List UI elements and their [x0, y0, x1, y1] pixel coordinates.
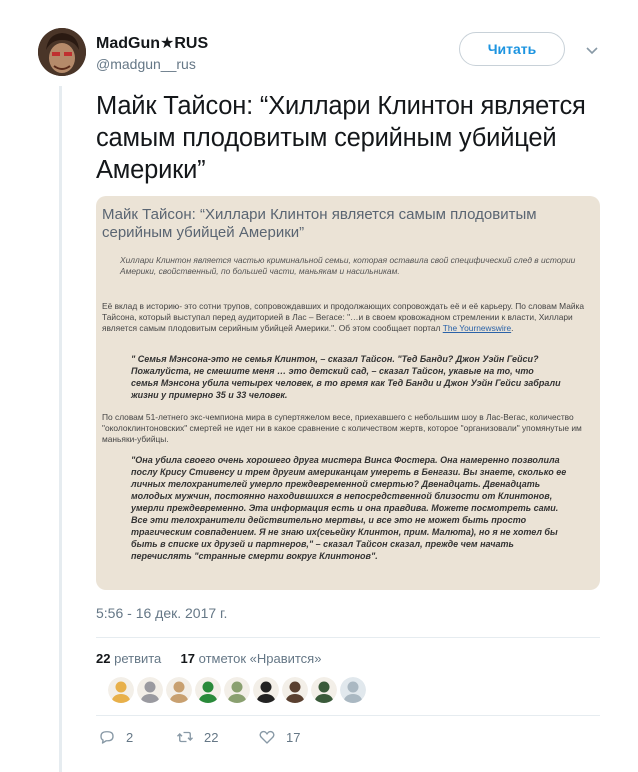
liker-avatar[interactable]	[282, 677, 308, 703]
liker-avatar[interactable]	[311, 677, 337, 703]
engagement-stats: 22 ретвита 17 отметок «Нравится»	[96, 651, 321, 666]
liker-avatar[interactable]	[253, 677, 279, 703]
tweet-timestamp[interactable]: 5:56 - 16 дек. 2017 г.	[96, 605, 227, 621]
liker-avatar[interactable]	[340, 677, 366, 703]
card-source-link: The Yournewswire	[442, 323, 512, 333]
reply-icon	[100, 731, 114, 744]
reply-button[interactable]: 2	[98, 728, 133, 746]
card-intro: Хиллари Клинтон является частью криминал…	[120, 255, 576, 276]
card-title: Майк Тайсон: “Хиллари Клинтон является с…	[102, 206, 537, 241]
card-quote-2: "Она убила своего очень хорошего друга м…	[131, 455, 567, 561]
avatar[interactable]	[38, 28, 86, 76]
like-action-count: 17	[286, 729, 301, 745]
liker-avatars	[108, 677, 369, 705]
like-button[interactable]: 17	[258, 728, 300, 746]
display-name[interactable]: MadGun★RUS	[96, 33, 208, 53]
heart-icon	[259, 730, 275, 744]
reply-count: 2	[126, 729, 134, 745]
liker-avatar[interactable]	[108, 677, 134, 703]
card-paragraph-1: Её вклад в историю- это сотни трупов, со…	[102, 301, 585, 333]
thread-line	[59, 86, 62, 772]
tweet-text: Майк Тайсон: “Хиллари Клинтон является с…	[96, 92, 586, 184]
handle[interactable]: @madgun__rus	[96, 56, 196, 72]
liker-avatar[interactable]	[137, 677, 163, 703]
divider	[96, 637, 600, 638]
like-label[interactable]: отметок «Нравится»	[199, 651, 322, 666]
chevron-down-icon[interactable]	[584, 42, 600, 58]
like-count[interactable]: 17	[181, 651, 195, 666]
follow-button[interactable]: Читать	[459, 32, 565, 66]
attached-image[interactable]: Майк Тайсон: “Хиллари Клинтон является с…	[96, 196, 600, 590]
liker-avatar[interactable]	[224, 677, 250, 703]
card-paragraph-2: По словам 51-летнего экс-чемпиона мира в…	[102, 412, 582, 444]
retweet-count[interactable]: 22	[96, 651, 110, 666]
retweet-icon	[177, 731, 193, 743]
tweet-header: MadGun★RUS @madgun__rus Читать	[38, 28, 618, 78]
divider	[96, 715, 600, 716]
liker-avatar[interactable]	[166, 677, 192, 703]
retweet-action-count: 22	[204, 729, 219, 745]
retweet-label[interactable]: ретвита	[114, 651, 161, 666]
retweet-button[interactable]: 22	[176, 728, 218, 746]
liker-avatar[interactable]	[195, 677, 221, 703]
card-quote-1: " Семья Мэнсона-это не семья Клинтон, – …	[131, 354, 561, 400]
